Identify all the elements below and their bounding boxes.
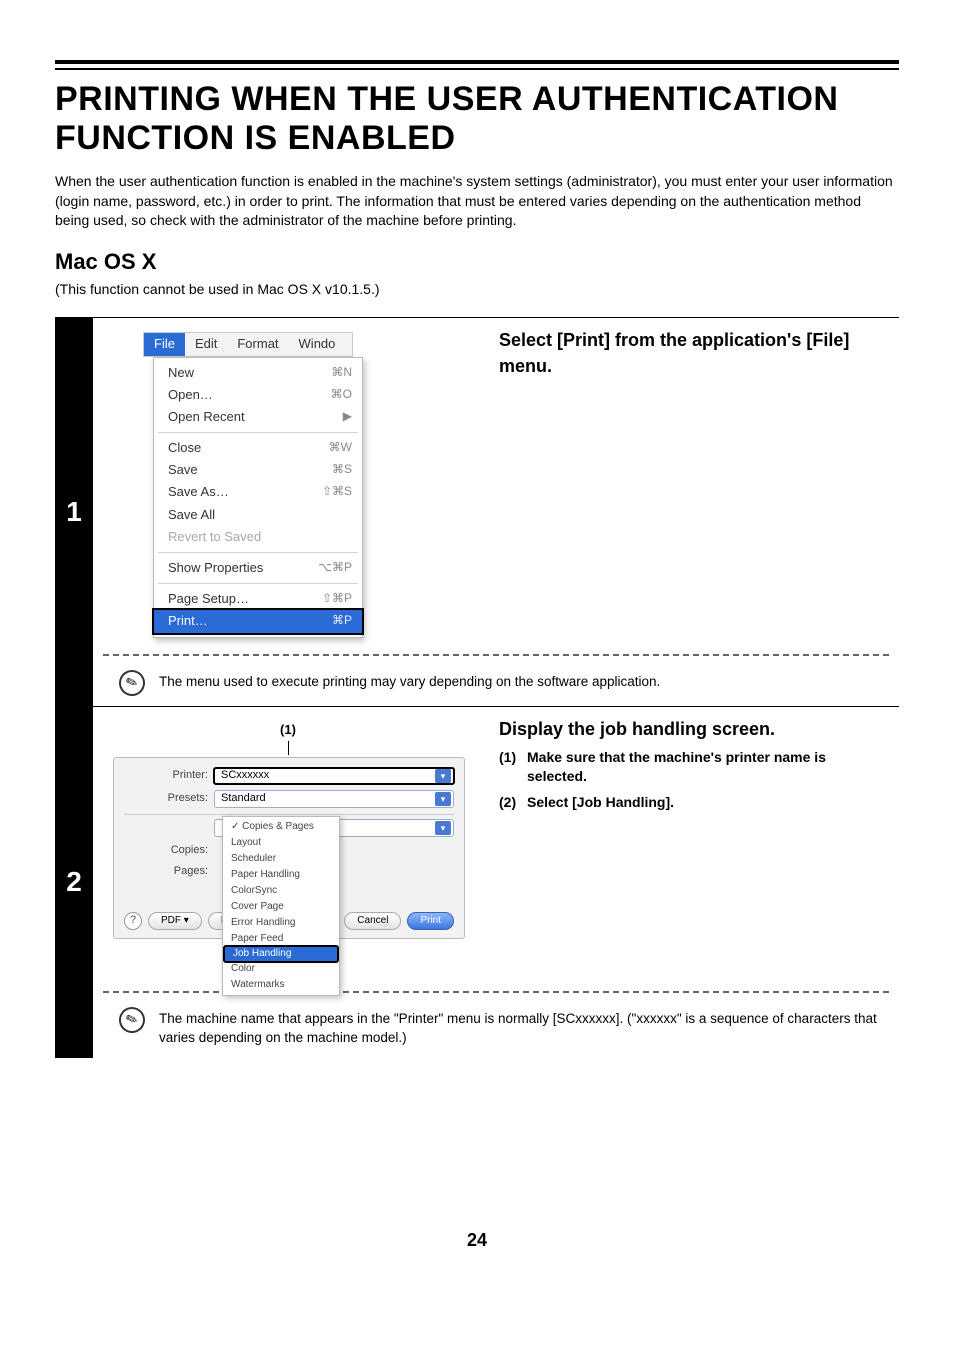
menu-close-shortcut: ⌘W [329, 439, 352, 457]
option-paper-handling[interactable]: Paper Handling [223, 867, 339, 883]
section-subtitle: Mac OS X [55, 247, 899, 278]
menu-print-label: Print… [168, 612, 208, 630]
file-dropdown: New ⌘N Open… ⌘O Open Recent ▶ Close ⌘W Save ⌘… [153, 357, 363, 638]
menu-open[interactable]: Open… ⌘O [154, 384, 362, 406]
menu-save-label: Save [168, 461, 198, 479]
step2-item-2-text: Select [Job Handling]. [527, 793, 889, 813]
page-title: PRINTING WHEN THE USER AUTHENTICATION FU… [55, 80, 899, 158]
option-color[interactable]: Color [223, 961, 339, 977]
printer-label: Printer: [124, 768, 214, 783]
print-dialog: Printer: SCxxxxxx ▾ Presets: Standard ▾ [113, 757, 465, 939]
menu-revert: Revert to Saved [154, 526, 362, 548]
printer-select[interactable]: SCxxxxxx ▾ [213, 767, 455, 785]
top-rule [55, 60, 899, 70]
menu-close[interactable]: Close ⌘W [154, 437, 362, 459]
callout-1-label: (1) [113, 721, 463, 739]
copies-label: Copies: [124, 843, 214, 858]
step2-item-1-text: Make sure that the machine's printer nam… [527, 748, 889, 787]
step2-item-1: (1) Make sure that the machine's printer… [499, 748, 889, 787]
option-layout[interactable]: Layout [223, 835, 339, 851]
menu-save-shortcut: ⌘S [332, 461, 352, 479]
presets-select-value: Standard [221, 791, 266, 806]
option-error-handling[interactable]: Error Handling [223, 915, 339, 931]
menubar-window[interactable]: Windo [289, 333, 346, 355]
step-number-2: 2 [55, 707, 93, 1058]
menubar-file[interactable]: File [144, 333, 185, 355]
menu-new-label: New [168, 364, 194, 382]
menu-show-properties-label: Show Properties [168, 559, 263, 577]
menu-open-recent[interactable]: Open Recent ▶ [154, 406, 362, 428]
note-icon: ✎ [115, 1003, 148, 1036]
menu-close-label: Close [168, 439, 201, 457]
menubar-format[interactable]: Format [227, 333, 288, 355]
option-colorsync[interactable]: ColorSync [223, 883, 339, 899]
step2-screenshot: (1) Printer: SCxxxxxx ▾ Presets: Standar… [103, 715, 473, 981]
option-watermarks[interactable]: Watermarks [223, 977, 339, 993]
menu-open-recent-arrow: ▶ [343, 408, 352, 426]
page-number: 24 [55, 1228, 899, 1253]
menu-page-setup[interactable]: Page Setup… ⇧⌘P [154, 588, 362, 610]
option-copies-pages[interactable]: Copies & Pages [223, 819, 339, 835]
menu-save-all[interactable]: Save All [154, 504, 362, 526]
menu-revert-label: Revert to Saved [168, 528, 261, 546]
dropdown-arrow-icon: ▾ [435, 769, 451, 783]
callout-1-line [288, 741, 289, 755]
dropdown-arrow-icon: ▾ [435, 821, 451, 835]
step2-item-2-num: (2) [499, 793, 527, 813]
pane-options-popup: Copies & Pages Layout Scheduler Paper Ha… [222, 816, 340, 996]
menu-print-shortcut: ⌘P [332, 612, 352, 630]
menu-new[interactable]: New ⌘N [154, 362, 362, 384]
option-cover-page[interactable]: Cover Page [223, 899, 339, 915]
intro-paragraph: When the user authentication function is… [55, 172, 899, 231]
menu-page-setup-label: Page Setup… [168, 590, 249, 608]
presets-select[interactable]: Standard ▾ [214, 790, 454, 808]
step2-item-1-num: (1) [499, 748, 527, 787]
step1-screenshot: File Edit Format Windo New ⌘N Open… ⌘O Ope… [103, 326, 473, 643]
step-2: 2 (1) Printer: SCxxxxxx ▾ Presets: [55, 706, 899, 1058]
menu-save[interactable]: Save ⌘S [154, 459, 362, 481]
menu-save-as-shortcut: ⇧⌘S [322, 483, 352, 501]
step2-note-text: The machine name that appears in the "Pr… [159, 1007, 889, 1048]
step2-item-2: (2) Select [Job Handling]. [499, 793, 889, 813]
step-1: 1 File Edit Format Windo New ⌘N Open… ⌘O O… [55, 317, 899, 705]
print-button[interactable]: Print [407, 912, 454, 930]
presets-label: Presets: [124, 791, 214, 806]
menu-open-label: Open… [168, 386, 213, 404]
option-scheduler[interactable]: Scheduler [223, 851, 339, 867]
help-button[interactable]: ? [124, 912, 142, 930]
menu-print[interactable]: Print… ⌘P [152, 608, 364, 634]
menu-open-recent-label: Open Recent [168, 408, 245, 426]
dropdown-arrow-icon: ▾ [435, 792, 451, 806]
step2-note-row: ✎ The machine name that appears in the "… [103, 991, 889, 1048]
menu-show-properties-shortcut: ⌥⌘P [318, 559, 352, 577]
step1-note-row: ✎ The menu used to execute printing may … [103, 654, 889, 696]
menubar-edit[interactable]: Edit [185, 333, 227, 355]
menu-page-setup-shortcut: ⇧⌘P [322, 590, 352, 608]
pdf-button[interactable]: PDF ▾ [148, 912, 202, 930]
step2-heading: Display the job handling screen. [499, 717, 889, 742]
menu-show-properties[interactable]: Show Properties ⌥⌘P [154, 557, 362, 579]
pages-label: Pages: [124, 864, 214, 879]
printer-select-value: SCxxxxxx [221, 768, 269, 783]
menu-save-as-label: Save As… [168, 483, 229, 501]
note-icon: ✎ [115, 666, 148, 699]
step1-note-text: The menu used to execute printing may va… [159, 670, 660, 692]
section-subnote: (This function cannot be used in Mac OS … [55, 280, 899, 300]
menu-new-shortcut: ⌘N [331, 364, 352, 382]
step-number-1: 1 [55, 318, 93, 705]
cancel-button[interactable]: Cancel [344, 912, 401, 930]
step1-heading: Select [Print] from the application's [F… [499, 328, 889, 378]
menu-save-as[interactable]: Save As… ⇧⌘S [154, 481, 362, 503]
menu-open-shortcut: ⌘O [331, 386, 352, 404]
menubar: File Edit Format Windo [143, 332, 353, 356]
menu-save-all-label: Save All [168, 506, 215, 524]
